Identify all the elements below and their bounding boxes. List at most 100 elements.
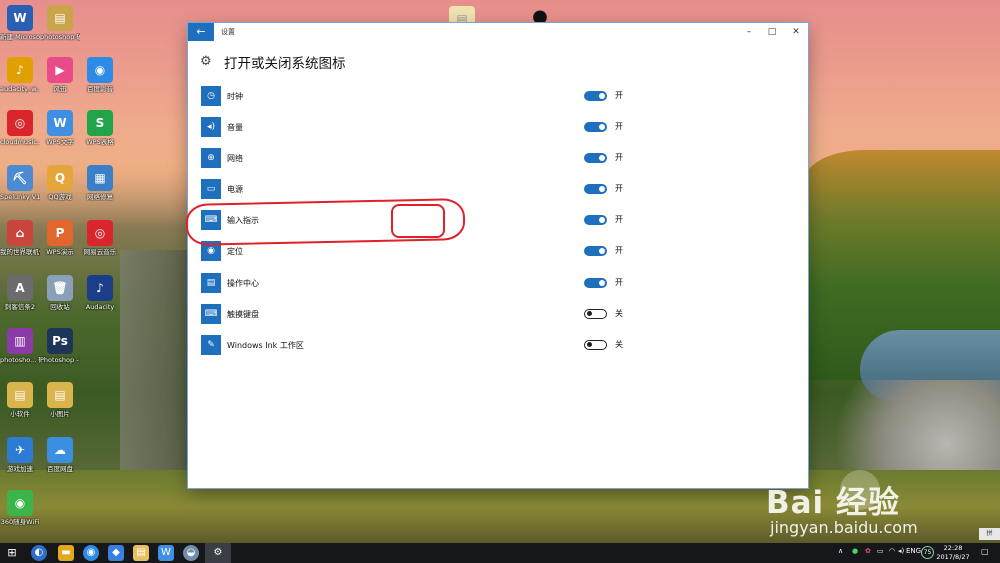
setting-label: Windows Ink 工作区 — [227, 341, 304, 350]
desktop-icon-label: Spelunky V1.4-Tran... — [0, 193, 40, 201]
toggle-switch[interactable] — [584, 246, 607, 256]
taskbar-clock[interactable]: 22:28 2017/8/27 — [930, 544, 976, 561]
desktop-icon-netease-music[interactable]: ◎ 网易云音乐 — [80, 220, 120, 256]
setting-label: 触摸键盘 — [227, 310, 259, 319]
start-button[interactable]: ⊞ — [4, 545, 20, 561]
red-annotation-box — [391, 204, 445, 238]
photoshop-shortcut-icon: Ps — [47, 328, 73, 354]
taskbar-shield-icon[interactable]: ◆ — [108, 545, 124, 561]
desktop-icon-360-wifi[interactable]: ◉ 360随身WiFi — [0, 490, 40, 526]
toggle-knob — [599, 155, 605, 161]
tray-chevron-up-icon[interactable]: ∧ — [838, 547, 843, 555]
toggle-state-label: 开 — [615, 215, 623, 224]
desktop-icon-baidu-netdisk[interactable]: ☁ 百度网盘 — [40, 437, 80, 473]
wps-writer-icon: W — [47, 110, 73, 136]
taskbar-wps-icon[interactable]: W — [158, 545, 174, 561]
tray-language[interactable]: ENG — [906, 547, 921, 555]
maximize-button[interactable]: □ — [761, 25, 783, 39]
setting-row: ⊕ 网络 — [201, 148, 441, 170]
toggle-switch[interactable] — [584, 184, 607, 194]
toggle-knob — [587, 342, 592, 347]
baidu-player-icon: ◉ — [87, 57, 113, 83]
desktop-icon-audacity[interactable]: ♪ Audacity — [80, 275, 120, 311]
fengxun-icon: ▶ — [47, 57, 73, 83]
spelunky-icon: ⛏ — [7, 165, 33, 191]
windows-ink-icon: ✎ — [201, 335, 221, 355]
desktop-icon-cloudmusic-installer[interactable]: ◎ cloudmusic... — [0, 110, 40, 146]
qq-game-icon: Q — [47, 165, 73, 191]
desktop-icon-qq-game[interactable]: Q QQ游戏 — [40, 165, 80, 201]
tray-wifi-icon[interactable]: ◠ — [889, 547, 895, 555]
minimize-button[interactable]: – — [738, 25, 760, 39]
desktop-icon-photoshop-crack-folder[interactable]: ▤ photoshop 破解文件及... — [40, 5, 80, 41]
notification-icon[interactable]: ▢ — [981, 547, 989, 556]
watermark-logo: Bai 经验 — [766, 485, 900, 521]
audacity-installer-icon: ♪ — [7, 57, 33, 83]
desktop-icon-small-software-folder[interactable]: ▤ 小软件 — [0, 382, 40, 418]
desktop-icon-spelunky[interactable]: ⛏ Spelunky V1.4-Tran... — [0, 165, 40, 201]
close-button[interactable]: ✕ — [785, 25, 807, 39]
setting-row: ✎ Windows Ink 工作区 — [201, 335, 441, 357]
window-title: 设置 — [221, 28, 235, 36]
taskbar-browser-icon[interactable]: ◐ — [31, 545, 47, 561]
desktop-icon-small-pictures-folder[interactable]: ▤ 小图片 — [40, 382, 80, 418]
toggle-switch[interactable] — [584, 122, 607, 132]
tray-ime-icon[interactable]: ✿ — [865, 547, 871, 555]
watermark-url: jingyan.baidu.com — [770, 518, 918, 537]
desktop-icon-word-doc[interactable]: W 新建 Microso... — [0, 5, 40, 41]
desktop-icon-label: audacity_w... — [0, 85, 40, 93]
desktop-icon-label: WPS表格 — [86, 138, 114, 146]
toggle-switch[interactable] — [584, 215, 607, 225]
touch-keyboard-icon: ⌨ — [201, 304, 221, 324]
desktop-icon-label: 刺客信条2 — [4, 303, 36, 311]
toggle-switch[interactable] — [584, 309, 607, 319]
desktop-icon-fengxun[interactable]: ▶ 风迅 — [40, 57, 80, 93]
desktop-icon-label: Photoshop - 快捷方式 — [40, 356, 80, 364]
audacity-icon: ♪ — [87, 275, 113, 301]
desktop-icon-network-repair[interactable]: ▦ 网络修复 — [80, 165, 120, 201]
tray-volume-icon[interactable]: ◂) — [898, 547, 904, 555]
desktop-icon-photoshop-shortcut[interactable]: Ps Photoshop - 快捷方式 — [40, 328, 80, 364]
recycle-bin-icon: 🗑 — [47, 275, 73, 301]
toggle-state-label: 开 — [615, 278, 623, 287]
small-pictures-folder-icon: ▤ — [47, 382, 73, 408]
setting-row: ◷ 时钟 — [201, 86, 441, 108]
desktop-icon-recycle-bin[interactable]: 🗑 回收站 — [40, 275, 80, 311]
desktop-icon-wps-spreadsheet[interactable]: S WPS表格 — [80, 110, 120, 146]
taskbar-settings-icon[interactable]: ⚙ — [210, 545, 226, 561]
desktop-icon-game-accelerator[interactable]: ✈ 游戏加速 — [0, 437, 40, 473]
taskbar-explorer-icon[interactable]: ▤ — [133, 545, 149, 561]
toggle-switch[interactable] — [584, 340, 607, 350]
action-center-icon: ▤ — [201, 273, 221, 293]
desktop-icon-label: QQ游戏 — [48, 193, 72, 201]
toggle-state-label: 开 — [615, 246, 623, 255]
toggle-knob — [599, 280, 605, 286]
toggle-switch[interactable] — [584, 153, 607, 163]
page-title: 打开或关闭系统图标 — [224, 56, 346, 72]
tray-app-icon[interactable]: ● — [852, 547, 858, 555]
toggle-switch[interactable] — [584, 91, 607, 101]
taskbar-app-icon[interactable]: ◒ — [183, 545, 199, 561]
toggle-state-label: 关 — [615, 309, 623, 318]
desktop-icon-photoshop-crack-archive[interactable]: ▥ photosho... 破解文件及... — [0, 328, 40, 364]
toggle-switch[interactable] — [584, 278, 607, 288]
title-bar: ← 设置 – □ ✕ — [188, 23, 808, 41]
back-button[interactable]: ← — [188, 23, 214, 41]
desktop-icon-label: cloudmusic... — [0, 138, 40, 146]
desktop-icon-minecraft-online[interactable]: ⌂ 我的世界联机侠 — [0, 220, 40, 256]
desktop-icon-assassins-creed-2[interactable]: A 刺客信条2 — [0, 275, 40, 311]
network-icon: ⊕ — [201, 148, 221, 168]
assassins-creed-2-icon: A — [7, 275, 33, 301]
clock-time: 22:28 — [943, 544, 963, 552]
photoshop-crack-archive-icon: ▥ — [7, 328, 33, 354]
desktop-icon-wps-writer[interactable]: W WPS文字 — [40, 110, 80, 146]
taskbar-folder-icon[interactable]: ▬ — [58, 545, 74, 561]
desktop-icon-audacity-installer[interactable]: ♪ audacity_w... — [0, 57, 40, 93]
desktop-icon-wps-presentation[interactable]: P WPS演示 — [40, 220, 80, 256]
taskbar-media-icon[interactable]: ◉ — [83, 545, 99, 561]
desktop-icon-label: 游戏加速 — [7, 465, 33, 473]
tray-battery-icon[interactable]: ▭ — [877, 547, 884, 555]
ime-tab[interactable]: 拼 — [979, 528, 1000, 540]
setting-row: ⌨ 触摸键盘 — [201, 304, 441, 326]
desktop-icon-baidu-player[interactable]: ◉ 百度影音 — [80, 57, 120, 93]
